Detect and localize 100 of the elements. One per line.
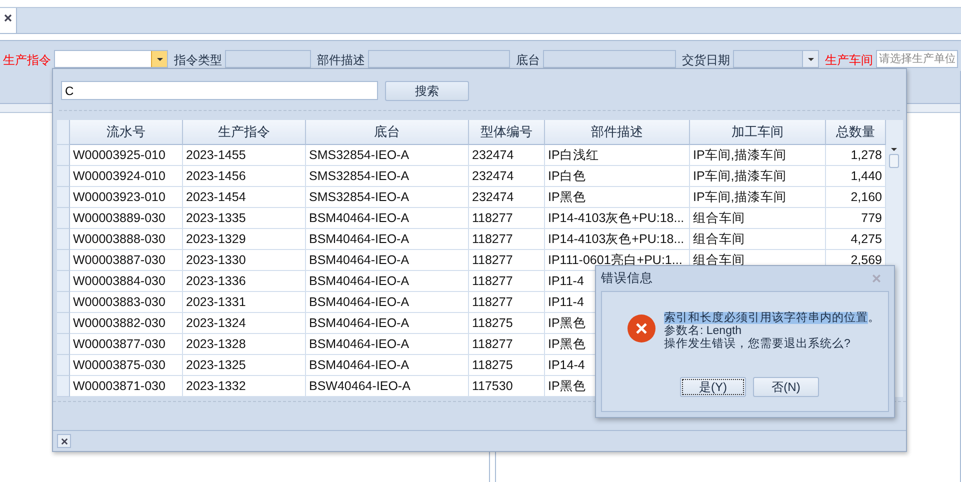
table-cell: 组合车间: [690, 229, 826, 250]
row-indicator[interactable]: [57, 355, 70, 376]
combo-field[interactable]: [733, 50, 819, 68]
table-cell: 2,160: [826, 187, 886, 208]
column-header[interactable]: 加工车间: [690, 120, 826, 145]
column-header[interactable]: 生产指令: [183, 120, 306, 145]
dialog-button[interactable]: 否(N): [753, 377, 819, 397]
table-cell: IP14-4103灰色+PU:18...: [545, 229, 690, 250]
table-cell: W00003889-030: [70, 208, 183, 229]
table-cell: 2023-1454: [183, 187, 306, 208]
input-field[interactable]: [368, 50, 510, 68]
table-cell: 2023-1331: [183, 292, 306, 313]
row-indicator[interactable]: [57, 208, 70, 229]
table-cell: W00003923-010: [70, 187, 183, 208]
table-cell: BSM40464-IEO-A: [306, 313, 469, 334]
input-field[interactable]: [225, 50, 311, 68]
table-cell: 2023-1324: [183, 313, 306, 334]
field-label: 交货日期: [681, 52, 730, 69]
row-indicator[interactable]: [57, 271, 70, 292]
table-cell: 779: [826, 208, 886, 229]
row-indicator[interactable]: [57, 376, 70, 397]
scroll-thumb[interactable]: [889, 154, 899, 168]
field-label: 指令类型: [173, 52, 222, 69]
table-cell: W00003887-030: [70, 250, 183, 271]
close-icon: [4, 14, 12, 22]
table-cell: SMS32854-IEO-A: [306, 166, 469, 187]
row-indicator: [57, 120, 70, 145]
column-header[interactable]: 型体编号: [469, 120, 545, 145]
row-indicator[interactable]: [57, 334, 70, 355]
table-cell: 118275: [469, 313, 545, 334]
row-indicator[interactable]: [57, 292, 70, 313]
caret-icon: [808, 58, 814, 60]
table-cell: W00003888-030: [70, 229, 183, 250]
table-cell: W00003883-030: [70, 292, 183, 313]
search-button[interactable]: 搜索: [385, 81, 469, 101]
table-cell: 118277: [469, 292, 545, 313]
table-cell: IP14-4103灰色+PU:18...: [545, 208, 690, 229]
row-indicator[interactable]: [57, 313, 70, 334]
table-cell: 117530: [469, 376, 545, 397]
table-cell: SMS32854-IEO-A: [306, 145, 469, 166]
input-field[interactable]: [543, 50, 676, 68]
column-header[interactable]: 部件描述: [545, 120, 690, 145]
table-cell: IP车间,描漆车间: [690, 166, 826, 187]
table-cell: BSM40464-IEO-A: [306, 250, 469, 271]
table-cell: BSW40464-IEO-A: [306, 376, 469, 397]
table-cell: 4,275: [826, 229, 886, 250]
search-field[interactable]: C: [61, 81, 378, 100]
row-indicator[interactable]: [57, 145, 70, 166]
table-cell: 118277: [469, 229, 545, 250]
close-icon: [60, 438, 68, 444]
table-cell: BSM40464-IEO-A: [306, 229, 469, 250]
tab[interactable]: [0, 8, 17, 33]
close-icon: [872, 274, 881, 282]
table-cell: 1,440: [826, 166, 886, 187]
table-cell: 118275: [469, 355, 545, 376]
caret-icon: [156, 58, 162, 60]
error-icon: [627, 314, 656, 343]
table-cell: W00003924-010: [70, 166, 183, 187]
column-header[interactable]: 总数量: [826, 120, 886, 145]
table-cell: BSM40464-IEO-A: [306, 208, 469, 229]
table-cell: IP车间,描漆车间: [690, 187, 826, 208]
field-label: 生产车间: [824, 52, 873, 69]
table-cell: 232474: [469, 166, 545, 187]
table-cell: W00003875-030: [70, 355, 183, 376]
table-cell: IP黑色: [545, 187, 690, 208]
table-cell: 2023-1325: [183, 355, 306, 376]
field-label: 生产指令: [2, 52, 51, 69]
table-cell: 1,278: [826, 145, 886, 166]
dialog-title: 错误信息: [601, 270, 653, 287]
row-indicator[interactable]: [57, 250, 70, 271]
dropdown-button[interactable]: [151, 51, 167, 67]
table-cell: W00003877-030: [70, 334, 183, 355]
table-cell: SMS32854-IEO-A: [306, 187, 469, 208]
table-cell: 2023-1328: [183, 334, 306, 355]
caret-icon: [891, 148, 897, 151]
table-cell: 2023-1329: [183, 229, 306, 250]
table-cell: 118277: [469, 271, 545, 292]
column-header[interactable]: 流水号: [70, 120, 183, 145]
dropdown-button[interactable]: [802, 51, 818, 67]
row-indicator[interactable]: [57, 166, 70, 187]
table-cell: 2023-1456: [183, 166, 306, 187]
table-cell: 2023-1330: [183, 250, 306, 271]
row-indicator[interactable]: [57, 187, 70, 208]
row-indicator[interactable]: [57, 229, 70, 250]
table-cell: 232474: [469, 145, 545, 166]
table-cell: BSM40464-IEO-A: [306, 355, 469, 376]
close-button[interactable]: [57, 434, 71, 448]
table-cell: IP白色: [545, 166, 690, 187]
table-cell: IP车间,描漆车间: [690, 145, 826, 166]
table-cell: BSM40464-IEO-A: [306, 334, 469, 355]
table-cell: W00003925-010: [70, 145, 183, 166]
table-cell: 2023-1455: [183, 145, 306, 166]
table-cell: 2023-1335: [183, 208, 306, 229]
dialog-button[interactable]: 是(Y): [680, 377, 746, 397]
column-header[interactable]: 底台: [306, 120, 469, 145]
field-label: 底台: [515, 52, 540, 69]
table-cell: 118277: [469, 334, 545, 355]
combo-field[interactable]: [54, 50, 168, 68]
table-cell: W00003882-030: [70, 313, 183, 334]
table-cell: W00003871-030: [70, 376, 183, 397]
